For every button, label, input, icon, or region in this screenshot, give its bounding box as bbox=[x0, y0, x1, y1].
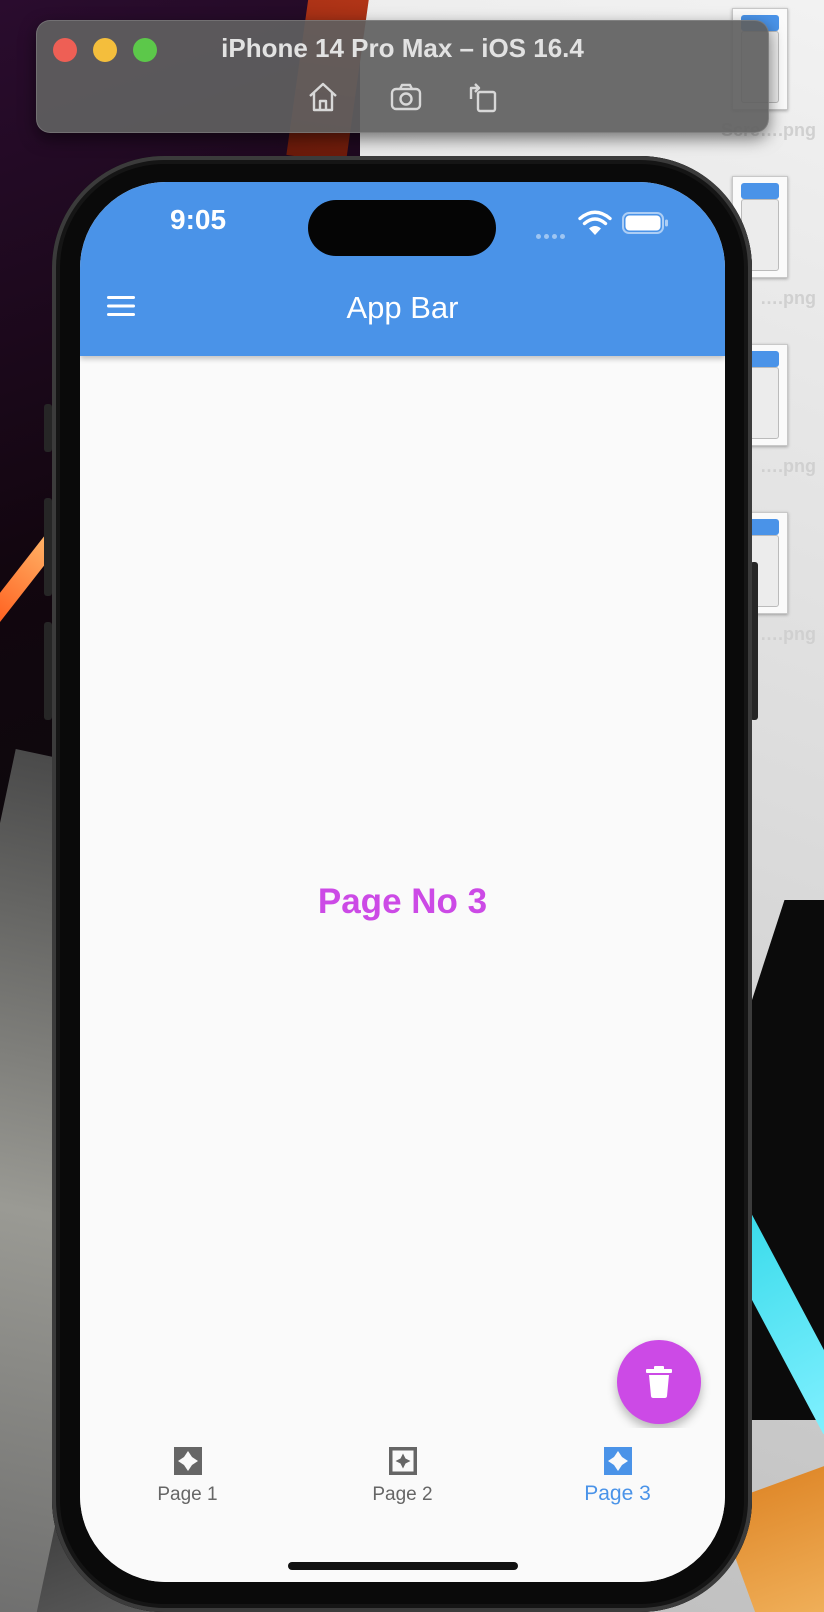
delete-icon bbox=[646, 1366, 672, 1398]
bottom-navigation-bar: Page 1 Page 2 Page 3 bbox=[80, 1428, 725, 1582]
home-icon[interactable] bbox=[305, 79, 341, 115]
phone-volume-up-button bbox=[44, 498, 52, 596]
cellular-signal-icon bbox=[536, 226, 568, 244]
nav-item-page-2[interactable]: Page 2 bbox=[295, 1428, 510, 1548]
phone-screen: 9:05 App Bar Page No 3 Page 1 Page 2 Pag… bbox=[80, 182, 725, 1582]
phone-volume-down-button bbox=[44, 622, 52, 720]
file-name: ….png bbox=[760, 624, 816, 644]
phone-side-button bbox=[44, 404, 52, 452]
app-bar-title: App Bar bbox=[346, 290, 459, 325]
status-time: 9:05 bbox=[170, 204, 227, 235]
nav-label: Page 3 bbox=[584, 1482, 651, 1505]
battery-icon bbox=[622, 212, 668, 234]
extension-icon bbox=[604, 1447, 632, 1475]
dynamic-island bbox=[308, 200, 496, 256]
delete-fab-button[interactable] bbox=[617, 1340, 701, 1424]
wifi-icon bbox=[578, 210, 612, 235]
nav-item-page-1[interactable]: Page 1 bbox=[80, 1428, 295, 1548]
home-indicator bbox=[288, 1562, 518, 1570]
app-bar: 9:05 App Bar bbox=[80, 182, 725, 356]
file-name: ….png bbox=[760, 288, 816, 308]
nav-item-page-3[interactable]: Page 3 bbox=[510, 1428, 725, 1548]
rotate-icon[interactable] bbox=[465, 79, 501, 115]
page-content-text: Page No 3 bbox=[317, 882, 488, 921]
simulator-title: iPhone 14 Pro Max – iOS 16.4 bbox=[221, 33, 584, 63]
nav-label: Page 1 bbox=[157, 1484, 218, 1505]
photo-filter-icon bbox=[389, 1447, 417, 1475]
simulator-titlebar: iPhone 14 Pro Max – iOS 16.4 bbox=[36, 20, 769, 133]
file-name: ….png bbox=[760, 456, 816, 476]
nav-label: Page 2 bbox=[372, 1484, 433, 1505]
screenshot-icon[interactable] bbox=[388, 79, 424, 115]
extension-icon bbox=[174, 1447, 202, 1475]
